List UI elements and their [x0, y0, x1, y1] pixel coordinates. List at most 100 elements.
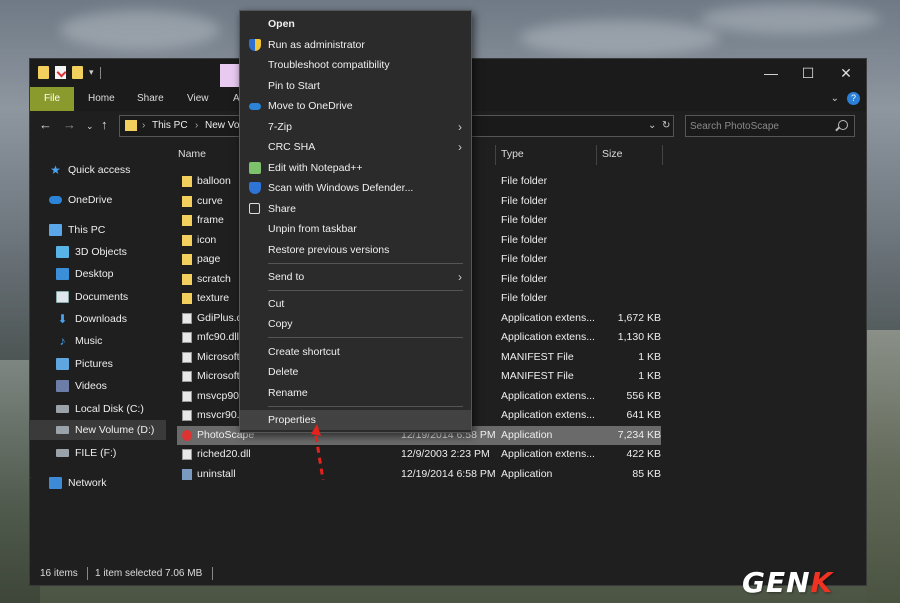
menu-label: Scan with Windows Defender... [268, 182, 414, 194]
nav-item-3d-objects[interactable]: 3D Objects [56, 242, 127, 262]
nav-item-file-drive[interactable]: FILE (F:) [56, 443, 116, 463]
refresh-icon[interactable]: ↻ [662, 116, 670, 136]
file-type: Application extens... [501, 331, 595, 343]
menu-item-properties[interactable]: Properties [240, 410, 471, 430]
menu-item-unpin-taskbar[interactable]: Unpin from taskbar [240, 219, 471, 239]
breadcrumb-this-pc[interactable]: This PC [152, 116, 188, 136]
file-name: GdiPlus.d [197, 311, 243, 324]
file-row[interactable]: uninstall 12/19/2014 6:58 PM Application… [177, 465, 661, 485]
nav-item-videos[interactable]: Videos [56, 376, 107, 396]
nav-item-documents[interactable]: Documents [56, 287, 128, 307]
menu-item-create-shortcut[interactable]: Create shortcut [240, 342, 471, 362]
close-button[interactable]: ✕ [836, 64, 856, 82]
properties-check-icon[interactable] [55, 66, 66, 79]
up-arrow-icon[interactable]: ↑ [101, 117, 108, 133]
app-tools-tab[interactable] [220, 64, 240, 87]
nav-item-network[interactable]: Network [49, 473, 107, 493]
search-input[interactable] [690, 118, 830, 134]
menu-item-cut[interactable]: Cut [240, 294, 471, 314]
menu-item-defender[interactable]: Scan with Windows Defender... [240, 178, 471, 198]
nav-label: Videos [75, 380, 107, 392]
folder-icon [182, 293, 192, 304]
menu-item-open[interactable]: Open [240, 14, 471, 34]
minimize-button[interactable]: — [761, 64, 781, 82]
file-size: 556 KB [626, 389, 661, 402]
back-arrow-icon[interactable]: ← [39, 117, 52, 133]
menu-item-run-as-admin[interactable]: Run as administrator [240, 35, 471, 55]
menu-item-troubleshoot[interactable]: Troubleshoot compatibility [240, 55, 471, 75]
status-divider [87, 567, 88, 580]
menu-separator [268, 337, 463, 338]
column-divider[interactable] [596, 145, 597, 165]
menu-item-send-to[interactable]: Send to › [240, 267, 471, 287]
menu-item-copy[interactable]: Copy [240, 314, 471, 334]
new-folder-icon[interactable] [72, 66, 83, 79]
menu-item-restore-versions[interactable]: Restore previous versions [240, 240, 471, 260]
nav-item-pictures[interactable]: Pictures [56, 354, 113, 374]
mountain [866, 330, 900, 603]
menu-item-delete[interactable]: Delete [240, 362, 471, 382]
nav-item-onedrive[interactable]: OneDrive [49, 190, 112, 210]
maximize-button[interactable]: ☐ [798, 64, 818, 82]
file-name: scratch [197, 272, 231, 285]
search-box[interactable] [685, 115, 855, 137]
nav-item-new-volume[interactable]: New Volume (D:) [30, 420, 166, 440]
address-dropdown-icon[interactable]: ⌄ [648, 116, 656, 136]
menu-item-pin-start[interactable]: Pin to Start [240, 76, 471, 96]
menu-label: Share [268, 203, 297, 215]
help-icon[interactable]: ? [847, 92, 860, 105]
nav-label: Downloads [75, 313, 127, 325]
dll-file-icon [182, 312, 192, 324]
manifest-file-icon [182, 371, 192, 382]
network-icon [49, 477, 62, 489]
breadcrumb-separator: › [142, 120, 146, 131]
menu-label: Move to OneDrive [268, 100, 353, 112]
column-header-type[interactable]: Type [501, 148, 524, 160]
desktop-icon [56, 268, 69, 280]
breadcrumb-new-volume[interactable]: New Vo [205, 116, 239, 136]
file-name: balloon [197, 175, 231, 187]
file-name: icon [197, 233, 217, 246]
tab-view[interactable]: View [187, 87, 209, 111]
nav-item-quick-access[interactable]: ★ Quick access [49, 160, 130, 180]
column-divider[interactable] [495, 145, 496, 165]
column-divider[interactable] [662, 145, 663, 165]
customize-dropdown-icon[interactable]: ▾ [89, 67, 94, 78]
search-icon[interactable] [838, 120, 848, 130]
file-size: 7,234 KB [617, 428, 661, 441]
cube-icon [56, 246, 69, 258]
menu-item-notepad[interactable]: Edit with Notepad++ [240, 158, 471, 178]
column-header-size[interactable]: Size [602, 148, 622, 160]
file-name: page [197, 253, 221, 265]
nav-item-music[interactable]: ♪ Music [56, 331, 103, 351]
nav-item-local-disk[interactable]: Local Disk (C:) [56, 399, 144, 419]
nav-item-desktop[interactable]: Desktop [56, 264, 114, 284]
file-size: 1,130 KB [617, 331, 661, 343]
menu-item-share[interactable]: Share [240, 199, 471, 219]
nav-item-this-pc[interactable]: This PC [49, 220, 105, 240]
cloud-icon [49, 196, 62, 204]
forward-arrow-icon[interactable]: → [63, 117, 76, 133]
menu-item-crc-sha[interactable]: CRC SHA › [240, 137, 471, 157]
file-type: MANIFEST File [501, 370, 574, 382]
submenu-arrow-icon: › [458, 120, 462, 134]
tab-share[interactable]: Share [137, 87, 164, 111]
tab-home[interactable]: Home [88, 87, 115, 111]
menu-item-7zip[interactable]: 7-Zip › [240, 117, 471, 137]
file-row[interactable]: riched20.dll 12/9/2003 2:23 PM Applicati… [177, 445, 661, 465]
nav-item-downloads[interactable]: ⬇ Downloads [56, 309, 127, 329]
file-size: 85 KB [632, 467, 661, 480]
menu-item-rename[interactable]: Rename [240, 383, 471, 403]
tab-file[interactable]: File [30, 87, 74, 111]
recent-locations-icon[interactable]: ⌄ [86, 118, 94, 134]
breadcrumb-separator: › [195, 120, 199, 131]
file-type: Application extens... [501, 409, 595, 421]
nav-label: Pictures [75, 358, 113, 370]
folder-icon [182, 215, 192, 226]
manifest-file-icon [182, 351, 192, 363]
expand-ribbon-icon[interactable]: ⌄ [831, 93, 839, 104]
selection-info: 1 item selected 7.06 MB [95, 568, 203, 579]
menu-item-move-onedrive[interactable]: Move to OneDrive [240, 96, 471, 116]
column-header-name[interactable]: Name [178, 148, 206, 160]
menu-label: CRC SHA [268, 141, 316, 153]
